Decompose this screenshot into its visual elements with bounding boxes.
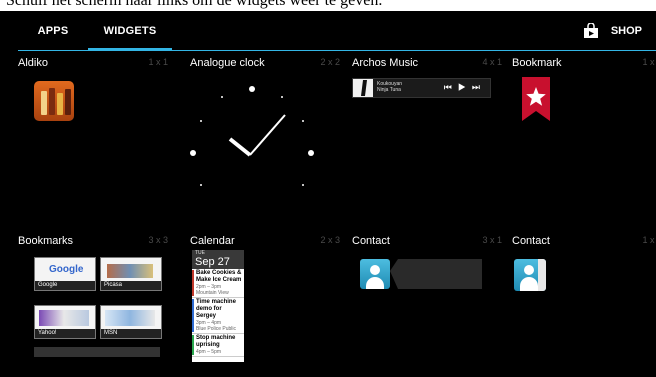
- calendar-event: Bake Cookies & Make Ice Cream 2pm – 3pm …: [192, 269, 244, 298]
- widget-contact-3x1[interactable]: Contact 3 x 1: [352, 235, 504, 377]
- bookmark-thumb-google: Google Google: [34, 257, 96, 291]
- google-logo: Google: [49, 264, 84, 275]
- event-color-bar: [192, 335, 194, 355]
- bookmarks-overflow-row: [34, 347, 160, 357]
- widget-drawer: APPS WIDGETS SHOP Aldiko 1 x 1 Analogue …: [0, 11, 656, 377]
- page-caption: Schuif het scherm naar links om de widge…: [0, 0, 656, 11]
- calendar-header: TUE Sep 27: [192, 250, 244, 269]
- widget-title: Contact: [352, 235, 390, 247]
- widget-size: 2 x 2: [320, 57, 340, 67]
- calendar-date: Sep 27: [195, 256, 230, 268]
- widget-size: 1 x 1: [148, 57, 168, 67]
- calendar-event: Time machine demo for Sergey 3pm – 4pm B…: [192, 298, 244, 334]
- calendar-event: Stop machine uprising 4pm – 5pm: [192, 334, 244, 357]
- track-info: Koukouyan Ninja Tuna: [377, 81, 402, 93]
- widget-title: Aldiko: [18, 57, 48, 69]
- widget-title: Bookmarks: [18, 235, 74, 247]
- contact-bar: [390, 259, 482, 289]
- widget-analogue-clock[interactable]: Analogue clock 2 x 2: [190, 57, 342, 227]
- bookshelf-icon: [34, 81, 74, 121]
- widget-title: Contact: [512, 235, 550, 247]
- shop-label: SHOP: [610, 25, 642, 37]
- widget-size: 3 x 1: [482, 235, 502, 245]
- widget-bookmark[interactable]: Bookmark 1 x 1: [512, 57, 656, 227]
- tab-bar: APPS WIDGETS SHOP: [0, 11, 656, 51]
- thumb-label: Yahoo!: [35, 329, 95, 338]
- widget-size: 4 x 1: [482, 57, 502, 67]
- tab-apps[interactable]: APPS: [20, 11, 86, 51]
- next-icon: ⏭: [471, 82, 486, 92]
- play-icon: ▶: [457, 82, 472, 92]
- widget-size: 2 x 3: [320, 235, 340, 245]
- event-place: Blue Police Public: [196, 326, 237, 332]
- widget-size: 1 x 1: [642, 57, 656, 67]
- widget-size: 3 x 3: [148, 235, 168, 245]
- event-place: Mountain View: [196, 290, 229, 296]
- thumb-label: MSN: [101, 329, 161, 338]
- widget-title: Bookmark: [512, 57, 562, 69]
- bookmark-star-icon: [522, 77, 550, 121]
- widget-grid: Aldiko 1 x 1 Analogue clock 2 x 2 Archos…: [18, 57, 656, 377]
- previous-icon: ⏮: [443, 82, 458, 92]
- contact-avatar-icon: [360, 259, 390, 289]
- widget-size: 1 x 1: [642, 235, 656, 245]
- event-color-bar: [192, 299, 194, 332]
- widget-aldiko[interactable]: Aldiko 1 x 1: [18, 57, 170, 227]
- track-artist: Ninja Tuna: [377, 87, 401, 93]
- shop-button[interactable]: SHOP: [583, 11, 642, 51]
- bookmark-thumb-picasa: Picasa: [100, 257, 162, 291]
- clock-icon: [190, 86, 314, 186]
- widget-title: Archos Music: [352, 57, 419, 69]
- tab-divider: [18, 50, 656, 51]
- widget-bookmarks[interactable]: Bookmarks 3 x 3 Google Google Picasa Yah…: [18, 235, 170, 377]
- music-player-preview: Koukouyan Ninja Tuna ⏮▶⏭: [352, 78, 491, 98]
- event-color-bar: [192, 270, 194, 296]
- widget-title: Analogue clock: [190, 57, 265, 69]
- contact-card-icon: [514, 259, 546, 291]
- calendar-preview: TUE Sep 27 Bake Cookies & Make Ice Cream…: [192, 250, 244, 362]
- widget-calendar[interactable]: Calendar 2 x 3 TUE Sep 27 Bake Cookies &…: [190, 235, 342, 377]
- thumb-label: Google: [35, 281, 95, 290]
- thumb-label: Picasa: [101, 281, 161, 290]
- shopping-bag-icon: [583, 23, 598, 38]
- widget-contact-1x1[interactable]: Contact 1 x 1: [512, 235, 656, 377]
- event-title: Bake Cookies & Make Ice Cream: [196, 270, 242, 283]
- playback-controls: ⏮▶⏭: [444, 82, 486, 93]
- event-time: 4pm – 5pm: [196, 349, 222, 355]
- bookmark-thumb-yahoo: Yahoo!: [34, 305, 96, 339]
- tab-widgets[interactable]: WIDGETS: [88, 11, 172, 51]
- bookmark-thumb-msn: MSN: [100, 305, 162, 339]
- event-title: Stop machine uprising: [196, 335, 236, 348]
- album-art: [353, 79, 373, 97]
- widget-title: Calendar: [190, 235, 235, 247]
- event-title: Time machine demo for Sergey: [196, 299, 236, 319]
- widget-archos-music[interactable]: Archos Music 4 x 1 Koukouyan Ninja Tuna …: [352, 57, 504, 227]
